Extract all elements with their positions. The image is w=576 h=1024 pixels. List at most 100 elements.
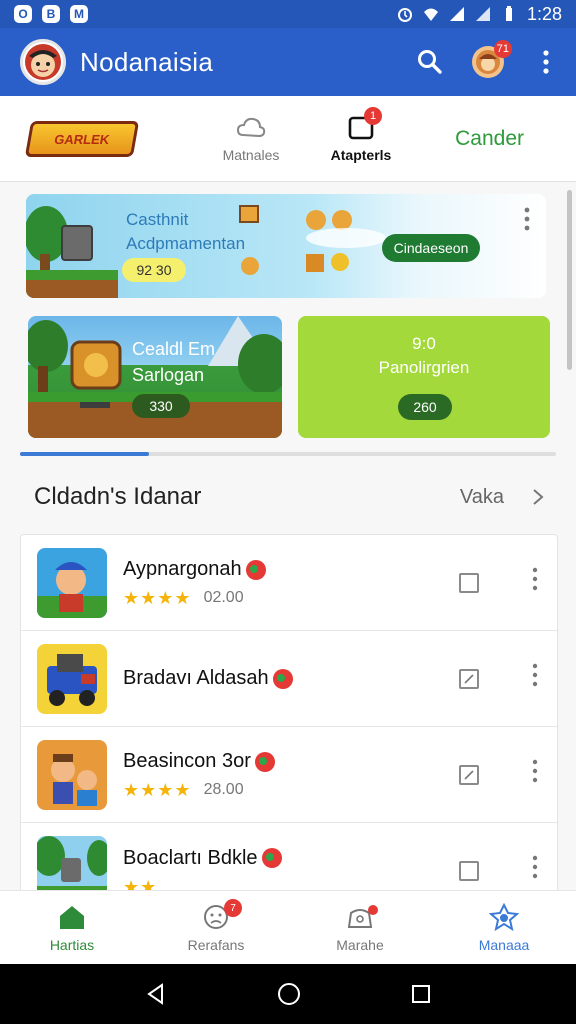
list-item-checkbox[interactable] [459,861,479,881]
new-badge-icon [261,848,282,868]
game-thumbnail [37,643,107,714]
nav-dot-badge [368,905,378,915]
nav-item-manaaa[interactable]: Manaaa [432,891,576,965]
main-content[interactable]: Casthnit Acdpmamentan 92 30 Cindaeseon C [0,182,576,890]
system-navigation-bar [0,964,576,1024]
search-icon [418,50,442,74]
promo-card-right[interactable]: 9:0 Panolirgrien 260 [298,316,550,438]
list-item-name: Bradavı Aldasah [123,667,269,689]
nav-label: Rerafans [187,937,245,953]
search-button[interactable] [412,44,448,80]
list-item-title: Bradavı Aldasah [123,667,293,690]
signal-icon [475,7,490,21]
star-icon: ★ [123,780,140,800]
list-item-checkbox[interactable] [459,669,479,689]
section-link[interactable]: Vaka [460,486,504,509]
more-vertical-icon[interactable] [522,206,532,232]
nav-badge: 7 [224,899,242,917]
tab-matnales[interactable]: Matnales [196,96,306,182]
list-item-name: Beasincon 3or [123,750,251,772]
list-item[interactable]: Boaclartı Bdkle ★ ★ [21,823,557,890]
list-item-checkbox[interactable] [459,573,479,593]
scrollbar[interactable] [567,190,572,370]
app-title: Nodanaisia [80,46,214,77]
list-item-name: Boaclartı Bdkle [123,846,258,869]
chevron-right-icon[interactable] [530,489,546,505]
card-title: Cealdl Em Sarlogan [132,336,215,388]
checkmark-icon [464,674,474,684]
card-top-text: 9:0 [412,334,436,353]
star-icon: ★ [123,876,140,891]
list-item[interactable]: Beasincon 3or ★ ★ ★ ★ 28.00 [21,727,557,823]
new-badge-icon [272,668,293,689]
brand-logo-text: GARLEK [53,131,111,146]
app-avatar-icon[interactable] [20,39,66,85]
signal-icon [449,7,464,21]
nav-item-hartias[interactable]: Hartias [0,891,144,965]
status-time: 1:28 [526,3,562,24]
carousel-progress [20,452,556,456]
battery-icon [505,6,512,21]
list-item[interactable]: Aypnargonah ★ ★ ★ ★ 02.00 [21,535,557,631]
list-item-meta: ★ ★ ★ ★ 02.00 [123,589,266,607]
profile-icon: 71 [472,40,512,78]
top-tab-bar: GARLEK Matnales 1 Atapterls Cander [0,96,576,182]
checkmark-icon [464,770,474,780]
banner-cta-button[interactable]: Cindaeseon [382,234,480,262]
more-vertical-icon[interactable] [531,855,539,879]
card-title: Panolirgrien [378,358,470,377]
list-item-checkbox[interactable] [459,765,479,785]
card-value-pill: 330 [132,394,190,418]
more-vertical-icon[interactable] [531,567,539,591]
star-icon: ★ [174,780,191,800]
app-screen: O B M 1:28 Nodanaisia 71 GARLEK Matnales… [0,0,576,1024]
promo-card-left[interactable]: Cealdl Em Sarlogan 330 [28,316,282,438]
wifi-icon [423,8,438,21]
bottom-navigation: Hartias 7 Rerafans Marahe Manaaa [0,890,576,964]
list-item-title: Beasincon 3or [123,750,275,773]
banner-title: Casthnit Acdpmamentan [126,208,245,256]
list-item[interactable]: Bradavı Aldasah [21,631,557,727]
card-title-line2: Sarlogan [132,365,205,385]
section-title: Cldadn's Idanar [34,483,202,510]
home-circle-icon[interactable] [276,981,302,1007]
card-value-pill: 260 [398,394,452,420]
more-vertical-icon[interactable] [531,759,539,783]
featured-banner[interactable]: Casthnit Acdpmamentan 92 30 Cindaeseon [26,194,546,298]
game-thumbnail [37,547,107,618]
banner-score-pill: 92 30 [122,258,186,282]
star-icon: ★ [157,588,174,608]
tab-label: Atapterls [330,146,392,163]
list-item-title: Aypnargonah [123,558,266,581]
banner-title-line1: Casthnit [126,210,189,229]
back-icon[interactable] [144,982,168,1006]
star-icon: ★ [174,588,191,608]
cander-button[interactable]: Cander [455,127,524,151]
game-list: Aypnargonah ★ ★ ★ ★ 02.00 Bradavı Aldasa… [20,534,558,890]
overflow-menu-button[interactable] [528,44,564,80]
list-item-meta: ★ ★ [123,878,282,891]
status-app-icon: B [42,5,60,23]
recents-icon[interactable] [410,983,432,1005]
new-badge-icon [245,559,266,580]
card-title-line1: Cealdl Em [132,339,216,359]
status-bar: O B M 1:28 [0,0,576,28]
list-item-price: 28.00 [203,781,244,798]
more-vertical-icon[interactable] [531,663,539,687]
nav-item-rerafans[interactable]: 7 Rerafans [144,891,288,965]
alarm-icon [397,8,412,22]
game-thumbnail [37,739,107,810]
app-bar: Nodanaisia 71 [0,28,576,96]
section-header: Cldadn's Idanar Vaka [34,480,546,514]
tab-atapterls[interactable]: 1 Atapterls [306,96,416,182]
home-icon [60,906,84,929]
inbox-icon: 1 [346,106,382,141]
star-icon: ★ [123,588,140,608]
cloud-icon [236,117,266,137]
list-item-name: Aypnargonah [123,558,242,580]
nav-item-marahe[interactable]: Marahe [288,891,432,965]
profile-button[interactable]: 71 [470,40,512,80]
carousel-progress-fill [20,452,149,456]
game-thumbnail [37,836,107,890]
nav-label: Marahe [336,937,384,953]
